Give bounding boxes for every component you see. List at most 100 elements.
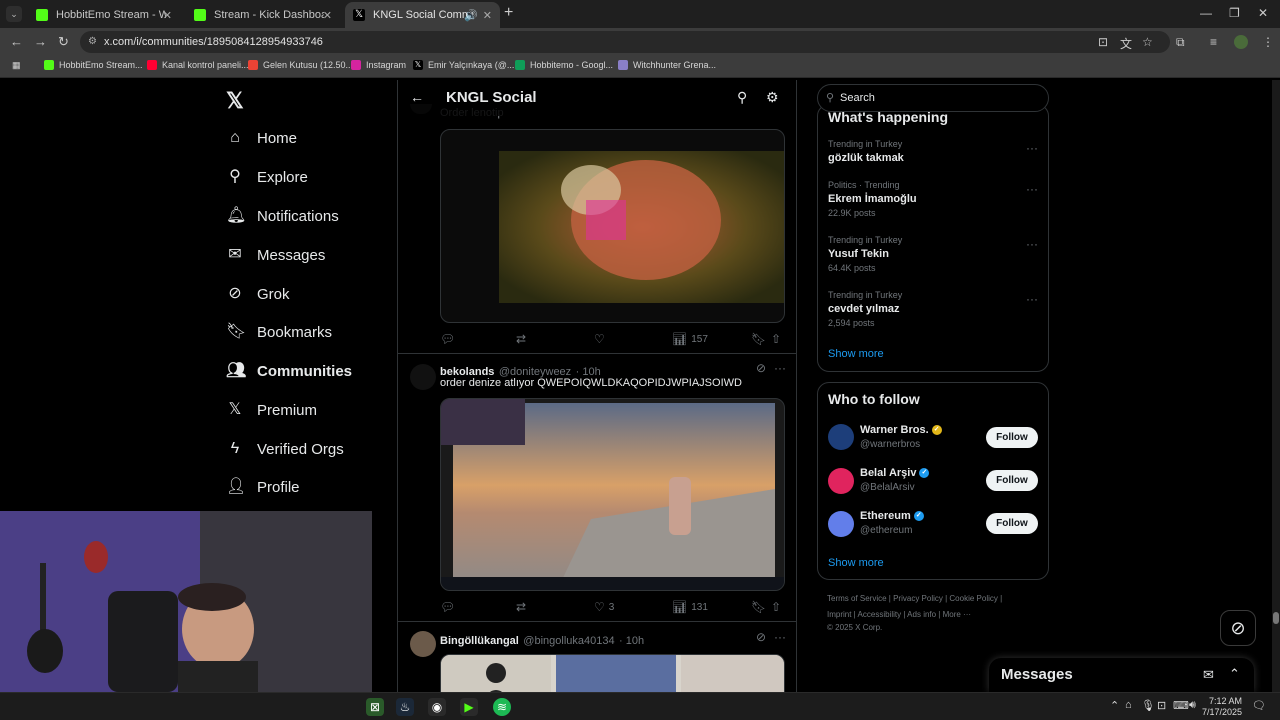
bookmark-witchhunter[interactable]: Witchhunter Grena... — [618, 60, 716, 70]
extensions-icon[interactable]: ⧉ — [1176, 35, 1185, 50]
notifications-icon[interactable]: 🗨︎ — [1252, 699, 1266, 712]
more-icon[interactable]: ··· — [1026, 141, 1038, 155]
nav-bookmarks[interactable]: 🔖︎ Bookmarks — [226, 323, 332, 341]
repost-button[interactable]: ⇄ — [516, 600, 530, 614]
tab-kngl-community[interactable]: 𝕏 KNGL Social Community / X 🔊 ✕ — [345, 2, 500, 28]
translate-icon[interactable]: 文 — [1120, 35, 1132, 52]
close-tab-icon[interactable]: ✕ — [483, 9, 492, 22]
like-button[interactable]: ♡ 3 — [594, 600, 614, 614]
reload-icon[interactable]: ↻ — [58, 34, 69, 50]
views-button[interactable]: 📊︎ 131 — [672, 600, 708, 614]
volume-icon[interactable]: 🔊︎ — [1189, 699, 1196, 712]
warner-bros-avatar[interactable] — [828, 424, 854, 450]
tab-kick-dashboard[interactable]: Stream - Kick Dashboard ✕ — [186, 2, 340, 28]
minimize-icon[interactable]: — — [1200, 6, 1212, 20]
bookmark-instagram[interactable]: Instagram — [351, 60, 406, 70]
avatar[interactable] — [410, 631, 436, 657]
new-message-icon[interactable]: ✉ — [1203, 667, 1214, 683]
network-icon[interactable]: ⌨ — [1173, 699, 1189, 712]
more-icon[interactable]: ··· — [1026, 292, 1038, 306]
nav-profile[interactable]: 👤︎ Profile — [226, 478, 300, 496]
bookmark-google-sheets[interactable]: Hobbitemo - Googl... — [515, 60, 613, 70]
author-name[interactable]: Bingöllükangal — [440, 635, 519, 647]
bookmark-button[interactable]: 🔖︎ — [751, 332, 770, 346]
close-window-icon[interactable]: ✕ — [1258, 6, 1268, 20]
back-icon[interactable]: ← — [10, 34, 23, 49]
close-tab-icon[interactable]: ✕ — [163, 9, 172, 22]
search-input[interactable]: ⚲ Search — [817, 84, 1049, 112]
grok-icon[interactable]: ⊘ — [756, 361, 766, 375]
reply-button[interactable]: 💬︎ — [440, 600, 459, 614]
star-icon[interactable]: ☆ — [1142, 35, 1153, 49]
microphone-icon[interactable]: 🎙︎ — [1141, 699, 1155, 712]
footer-links-row[interactable]: Imprint | Accessibility | Ads info | Mor… — [827, 610, 971, 619]
follow-button[interactable]: Follow — [986, 427, 1038, 448]
nav-communities[interactable]: 👥︎ Communities — [226, 362, 352, 380]
x-logo-icon[interactable]: 𝕏 — [226, 88, 244, 114]
close-tab-icon[interactable]: ✕ — [323, 9, 332, 22]
belal-arsiv-avatar[interactable] — [828, 468, 854, 494]
nav-explore[interactable]: ⚲ Explore — [226, 168, 308, 186]
nav-messages[interactable]: ✉ Messages — [226, 246, 325, 264]
menu-dots-icon[interactable]: ⋮ — [1262, 35, 1274, 49]
nav-premium[interactable]: 𝕏 Premium — [226, 401, 317, 419]
repost-button[interactable]: ⇄ — [516, 332, 530, 346]
nav-notifications[interactable]: 🔔︎ Notifications — [226, 207, 339, 225]
media-control-icon[interactable]: ≡ — [1210, 35, 1217, 49]
nav-home[interactable]: ⌂ Home — [226, 129, 297, 147]
tab-hobbitemo-stream[interactable]: HobbitEmo Stream - Watch Liv ✕ — [28, 2, 180, 28]
bookmark-gmail[interactable]: Gelen Kutusu (12.50... — [248, 60, 353, 70]
tab-search-icon[interactable]: ⌄ — [6, 6, 22, 22]
profile-avatar[interactable] — [1234, 35, 1248, 49]
more-icon[interactable]: ··· — [774, 630, 786, 644]
follow-button[interactable]: Follow — [986, 470, 1038, 491]
grok-floating-button[interactable]: ⊘ — [1220, 610, 1256, 646]
share-button[interactable]: ⇧ — [771, 332, 785, 346]
restore-icon[interactable]: ❐ — [1229, 6, 1240, 20]
post-video[interactable] — [440, 398, 785, 591]
forward-icon[interactable]: → — [34, 34, 47, 49]
site-info-icon[interactable]: ⚙ — [88, 31, 97, 53]
bookmark-hobbitemo[interactable]: HobbitEmo Stream... — [44, 60, 143, 70]
tray-overflow-icon[interactable]: ⌃ — [1110, 699, 1119, 712]
play-icon[interactable]: ▶ — [460, 698, 478, 716]
gear-icon[interactable]: ⚙ — [766, 89, 779, 106]
tray-app-icon[interactable]: ⌂ — [1125, 699, 1132, 711]
reply-button[interactable]: 💬︎ — [440, 332, 459, 346]
apps-icon[interactable]: ▦ — [12, 60, 21, 71]
show-more-link[interactable]: Show more — [828, 557, 884, 569]
like-button[interactable]: ♡ — [594, 332, 609, 346]
footer-links-row[interactable]: Terms of Service | Privacy Policy | Cook… — [827, 594, 1002, 603]
bookmark-button[interactable]: 🔖︎ — [751, 600, 770, 614]
views-button[interactable]: 📊︎ 157 — [672, 332, 708, 346]
scrollbar-thumb[interactable] — [1273, 612, 1279, 624]
page-scrollbar[interactable] — [1272, 80, 1280, 692]
nav-verified-orgs[interactable]: ϟ Verified Orgs — [226, 440, 344, 458]
more-icon[interactable]: ··· — [1026, 237, 1038, 251]
author-handle[interactable]: @bingolluka40134 — [523, 635, 614, 647]
search-icon[interactable]: ⚲ — [737, 89, 747, 106]
back-arrow-icon[interactable]: ← — [410, 89, 424, 105]
nav-grok[interactable]: ⊘ Grok — [226, 285, 289, 303]
bookmark-youtube-studio[interactable]: Kanal kontrol paneli... — [147, 60, 249, 70]
messages-drawer[interactable]: Messages ✉ ⌃ — [989, 658, 1254, 692]
show-more-link[interactable]: Show more — [828, 348, 884, 360]
obs-icon[interactable]: ◉ — [428, 698, 446, 716]
post-image[interactable] — [440, 129, 785, 323]
spotify-icon[interactable]: ≋ — [493, 698, 511, 716]
expand-icon[interactable]: ⌃ — [1229, 666, 1240, 682]
more-icon[interactable]: ··· — [774, 361, 786, 375]
app-icon[interactable]: ⊠ — [366, 698, 384, 716]
more-icon[interactable]: ··· — [1026, 182, 1038, 196]
system-clock[interactable]: 7:12 AM 7/17/2025 — [1200, 696, 1242, 718]
display-icon[interactable]: ⊡ — [1157, 699, 1166, 712]
new-tab-button[interactable]: + — [504, 4, 513, 22]
avatar[interactable] — [410, 364, 436, 390]
ethereum-avatar[interactable] — [828, 511, 854, 537]
bookmark-x-profile[interactable]: 𝕏 Emir Yalçınkaya (@... — [413, 60, 514, 70]
url-bar[interactable]: ⚙ x.com/i/communities/189508412895493374… — [80, 31, 1170, 53]
follow-button[interactable]: Follow — [986, 513, 1038, 534]
share-button[interactable]: ⇧ — [771, 600, 785, 614]
post-time[interactable]: · 10h — [619, 635, 644, 647]
post-image[interactable] — [440, 654, 785, 692]
